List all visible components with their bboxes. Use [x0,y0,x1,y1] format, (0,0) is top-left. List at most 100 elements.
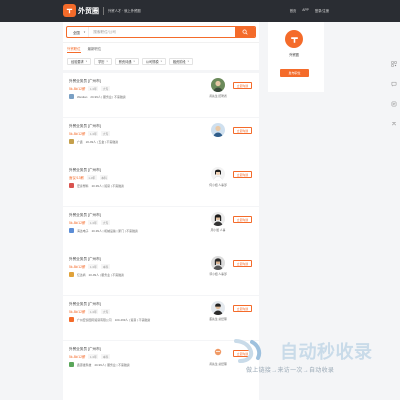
company-info: 20-99人 | 五金 | 不需融资 [85,139,119,144]
company-name[interactable]: 海达电子 [77,229,89,233]
salary-value: 5k-8k/12薪 [69,265,86,269]
feedback-icon[interactable] [390,100,398,108]
company-name[interactable]: 广州宏泰国际贸易有限公司 [77,318,112,322]
job-salary: 5k-8k/12薪 1-3年 大专 [69,86,110,91]
filter-company-size[interactable]: 公司规模 ▾ [141,58,166,65]
job-company: Weidian 20-99人 | 服务业 | 不需融资 [69,94,126,99]
job-title[interactable]: 外贸业务员 [广州市] [69,213,101,218]
job-card[interactable]: 外贸业务员 [广州市] 5k-8k/12薪 1-3年 大专 Weidian 20-99… [63,73,259,117]
company-info: 20-99人 | 机械设备 | 厦门 | 不需融资 [91,228,138,233]
site-logo[interactable]: 外贸圈 外贸人才 · 就上外贸圈 [63,4,141,17]
city-select[interactable]: 全国 ▾ [67,27,90,37]
job-card[interactable]: 外贸业务员 [广州市] 5k-8k/12薪 1-3年 本科 亿达商 20-99人 | … [63,251,259,295]
salary-value: 5k-8k/12薪 [69,132,86,136]
nav-home[interactable]: 首页 [290,8,297,13]
job-card[interactable]: 外贸业务员 [广州市] 5k-8k/12薪 1-3年 大专 广州宏泰国际贸易有限公司… [63,296,259,340]
chat-button[interactable]: 立即沟通 [233,127,252,134]
nav-app[interactable]: APP [302,8,309,13]
salary-value: 5k-8k/12薪 [69,87,86,91]
job-company: 广州宏泰国际贸易有限公司 100-499人 | 贸易 | 不需融资 [69,317,150,322]
tab-latest-jobs[interactable]: 最新职位 [88,45,102,53]
job-title[interactable]: 外贸业务员 [广州市] [69,168,101,173]
job-title[interactable]: 外贸业务员 [广州市] [69,257,101,262]
chat-button[interactable]: 立即沟通 [233,82,252,89]
recruiter-avatar [211,346,225,360]
job-card[interactable]: 外贸业务员 [广州市] 5k-8k/12薪 1-3年 大专 广鑫 20-99人 | 五… [63,118,259,162]
chevron-down-icon: ▾ [106,60,108,63]
recruiter-avatar [211,123,225,137]
job-tag: 本科 [99,175,109,180]
top-icon[interactable] [390,120,398,128]
job-company: 宏泰塑料 20-99人 | 贸易 | 不需融资 [69,183,124,188]
job-tag: 1-3年 [88,354,99,359]
chat-button[interactable]: 立即沟通 [233,305,252,312]
search-box: 全国 ▾ [66,26,256,38]
top-bar: 外贸圈 外贸人才 · 就上外贸圈 首页 APP 登录/注册 [0,0,400,22]
search-button[interactable] [235,27,255,37]
salary-value: 5k-8k/12薪 [69,221,86,225]
tab-trade-jobs[interactable]: 外贸职位 [67,45,81,53]
job-salary: 5k-8k/12薪 1-3年 大专 [69,220,110,225]
company-name[interactable]: 广鑫 [77,140,83,144]
chevron-down-icon: ▾ [160,60,162,63]
chevron-down-icon: ▾ [85,60,88,63]
watermark-text: 自动秒收录 [280,342,373,362]
recruiter-name: 周小姐 人事 [210,228,226,232]
recruiter-avatar [211,301,225,315]
company-name[interactable]: 鑫源发科技 [77,363,91,367]
post-job-button[interactable]: 发布职位 [280,69,309,77]
company-name[interactable]: 亿达商 [77,273,86,277]
nav-login[interactable]: 登录/注册 [315,8,329,13]
logo-icon [63,4,76,17]
job-title[interactable]: 外贸业务员 [广州市] [69,302,101,307]
job-company: 鑫源发科技 20-99人 | 服务业 | 不需融资 [69,362,130,367]
job-company: 海达电子 20-99人 | 机械设备 | 厦门 | 不需融资 [69,228,138,233]
chat-button[interactable]: 立即沟通 [233,216,252,223]
job-salary: 5k-8k/12薪 1-3年 大专 [69,131,110,136]
job-tag: 本科 [101,354,110,359]
job-title[interactable]: 外贸业务员 [广州市] [69,79,101,84]
job-tag: 1-3年 [88,220,99,225]
filter-label: 融资阶段 [172,60,186,64]
chat-icon[interactable] [390,80,398,88]
job-tag: 1-3年 [88,264,99,269]
recruiter-avatar [211,78,225,92]
floating-toolbar [388,60,400,128]
job-card[interactable]: 外贸业务员 [广州市] 5k-8k/12薪 1-3年 大专 海达电子 20-99人 |… [63,207,259,251]
company-info: 20-99人 | 贸易 | 不需融资 [91,183,124,188]
recruiter-avatar [211,212,225,226]
job-tag: 大专 [101,220,110,225]
job-title[interactable]: 外贸业务员 [广州市] [69,124,101,129]
filter-label: 学历 [98,60,105,64]
job-salary: 5k-8k/12薪 1-3年 本科 [69,264,110,269]
job-tag: 大专 [101,309,110,314]
watermark-logo-icon [234,339,262,363]
chevron-down-icon: ▾ [83,30,86,34]
company-logo [69,94,74,99]
city-select-label: 全国 [73,30,80,35]
chat-button[interactable]: 立即沟通 [233,171,252,178]
search-input[interactable] [89,27,235,37]
company-name[interactable]: Weidian [77,95,87,99]
brand-logo-icon [285,30,303,48]
filter-funding[interactable]: 融资阶段 ▾ [168,58,193,65]
company-logo [69,183,74,188]
company-info: 100-499人 | 贸易 | 不需融资 [114,317,151,322]
job-salary: 面议/13薪 1-3年 本科 [69,175,109,180]
sidebar-card: 外贸圈 发布职位 [268,22,324,92]
job-card[interactable]: 外贸业务员 [广州市] 面议/13薪 1-3年 本科 宏泰塑料 20-99人 | 贸易… [63,162,259,206]
watermark: 自动秒收录 做上链接→来访一次→自动收录 [228,338,398,380]
brand-name: 外贸圈 [78,7,99,15]
chat-button[interactable]: 立即沟通 [233,260,252,267]
filter-label: 经验要求 [71,60,84,64]
filter-education[interactable]: 学历 ▾ [94,58,112,65]
filter-experience[interactable]: 经验要求 ▾ [67,58,92,65]
watermark-subtext: 做上链接→来访一次→自动收录 [246,368,335,374]
filter-salary[interactable]: 薪资待遇 ▾ [114,58,139,65]
company-logo [69,317,74,322]
job-title[interactable]: 外贸业务员 [广州市] [69,347,101,352]
qr-code-icon[interactable] [390,60,398,68]
company-name[interactable]: 宏泰塑料 [77,184,89,188]
recruiter-name: 何小姐 人事部 [209,183,227,187]
chevron-down-icon: ▾ [133,60,135,63]
